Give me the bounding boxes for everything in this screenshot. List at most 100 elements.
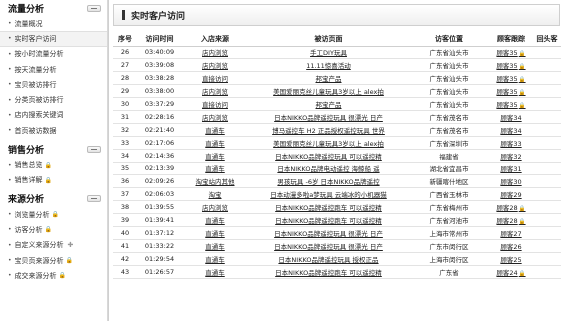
cell-track[interactable]: 顾客33 <box>489 136 533 150</box>
sidebar-item[interactable]: • 实时客户访问 <box>0 31 107 47</box>
cell-track-link[interactable]: 顾客26 <box>500 243 521 251</box>
cell-source[interactable]: 直通车 <box>182 149 248 163</box>
cell-track[interactable]: 顾客29 <box>489 187 533 202</box>
cell-page-link[interactable]: 男孩玩具 -6岁 日本NIKKO品牌遥控 <box>277 178 379 186</box>
cell-source-link[interactable]: 店内浏览 <box>202 204 228 212</box>
cell-track-link[interactable]: 顾客25 <box>500 256 521 264</box>
cell-track-link[interactable]: 顾客35 <box>496 75 517 83</box>
cell-track[interactable]: 顾客34 <box>489 123 533 137</box>
sidebar-item[interactable]: • 销售总览 🔒 <box>0 157 107 172</box>
sidebar-item[interactable]: • 成交来源分析 🔒 <box>0 268 107 283</box>
sidebar-item[interactable]: • 店内搜索关键词 <box>0 108 107 123</box>
cell-page-link[interactable]: 日本NIKKO品牌遥控玩具 授权正品 <box>278 256 378 264</box>
cell-page[interactable]: 手工DIY玩具 <box>248 46 409 60</box>
cell-page-link[interactable]: 博马遥控车 H2 正品授权遥控玩具 世界 <box>272 127 385 135</box>
cell-page-link[interactable]: 11.11惊喜活动 <box>306 62 351 70</box>
cell-page[interactable]: 日本NIKKO品牌遥控玩具 很漂光 日产 <box>248 110 409 124</box>
sidebar-section-header[interactable]: 销售分析 <box>0 141 107 157</box>
cell-source-link[interactable]: 店内浏览 <box>202 88 228 96</box>
collapse-icon[interactable] <box>87 145 101 153</box>
cell-track[interactable]: 顾客26 <box>489 239 533 253</box>
cell-source[interactable]: 直接访问 <box>182 71 248 86</box>
cell-track[interactable]: 顾客35🔒 <box>489 46 533 60</box>
cell-page-link[interactable]: 日本动漫多啦a梦玩具 云端冰的小机器猫 <box>270 191 387 199</box>
sidebar-item[interactable]: • 访客分析 🔒 <box>0 222 107 237</box>
cell-source-link[interactable]: 直通车 <box>205 269 225 277</box>
cell-track-link[interactable]: 顾客28 <box>496 217 517 225</box>
cell-source-link[interactable]: 直接访问 <box>202 75 228 83</box>
sidebar-item[interactable]: • 销售详解 🔒 <box>0 173 107 188</box>
cell-source[interactable]: 店内浏览 <box>182 46 248 60</box>
cell-track[interactable]: 顾客35🔒 <box>489 71 533 86</box>
cell-source[interactable]: 直通车 <box>182 162 248 176</box>
cell-track[interactable]: 顾客30 <box>489 174 533 189</box>
cell-page-link[interactable]: 日本NIKKO品牌遥控玩具 很漂光 日产 <box>274 243 383 251</box>
sidebar-item[interactable]: • 流量概况 <box>0 16 107 31</box>
cell-page[interactable]: 日本NIKKO品牌遥控玩具 很漂光 日产 <box>248 226 409 240</box>
cell-page-link[interactable]: 日本NIKKO品牌遥控跑车 可以遥控精 <box>275 217 382 225</box>
collapse-icon[interactable] <box>87 195 101 203</box>
cell-track[interactable]: 顾客24🔒 <box>489 265 533 279</box>
cell-source[interactable]: 直通车 <box>182 265 248 279</box>
sidebar-section-header[interactable]: 流量分析 <box>0 0 107 16</box>
cell-track[interactable]: 顾客35🔒 <box>489 97 533 111</box>
cell-page-link[interactable]: 日本NIKKO品牌遥控玩具 很漂光 日产 <box>274 114 383 122</box>
cell-source-link[interactable]: 店内浏览 <box>202 49 228 57</box>
sidebar-item[interactable]: • 按小时流量分析 <box>0 47 107 62</box>
cell-track[interactable]: 顾客28🔒 <box>489 213 533 227</box>
cell-source[interactable]: 直接访问 <box>182 97 248 111</box>
cell-source[interactable]: 店内浏览 <box>182 84 248 99</box>
cell-page-link[interactable]: 美国爱丽克丝儿童玩具3岁以上 alex拍 <box>273 88 384 96</box>
cell-source-link[interactable]: 淘宝站内其他 <box>196 178 235 186</box>
cell-page[interactable]: 男孩玩具 -6岁 日本NIKKO品牌遥控 <box>248 174 409 189</box>
cell-page[interactable]: 邦宝产品 <box>248 71 409 86</box>
cell-source-link[interactable]: 直接访问 <box>202 101 228 109</box>
cell-page[interactable]: 美国爱丽克丝儿童玩具3岁以上 alex拍 <box>248 136 409 150</box>
cell-source[interactable]: 店内浏览 <box>182 200 248 215</box>
add-icon[interactable]: ✚ <box>68 241 74 249</box>
cell-page-link[interactable]: 邦宝产品 <box>316 101 342 109</box>
sidebar-section-header[interactable]: 来源分析 <box>0 191 107 207</box>
cell-source-link[interactable]: 店内浏览 <box>202 62 228 70</box>
cell-page[interactable]: 日本NIKKO品牌遥控跑车 可以遥控精 <box>248 265 409 279</box>
cell-page-link[interactable]: 日本NIKKO品牌电动遥控 海鲸船 遥 <box>277 165 379 173</box>
cell-track-link[interactable]: 顾客34 <box>500 127 521 135</box>
collapse-icon[interactable] <box>87 4 101 12</box>
cell-source-link[interactable]: 淘宝 <box>209 191 222 199</box>
cell-source[interactable]: 淘宝站内其他 <box>182 174 248 189</box>
cell-source[interactable]: 店内浏览 <box>182 58 248 73</box>
cell-page[interactable]: 日本NIKKO品牌遥控玩具 可以遥控精 <box>248 149 409 163</box>
sidebar-item[interactable]: • 首页被访数据 <box>0 123 107 138</box>
cell-source-link[interactable]: 直通车 <box>205 165 225 173</box>
cell-track[interactable]: 顾客28🔒 <box>489 200 533 215</box>
cell-track-link[interactable]: 顾客29 <box>500 191 521 199</box>
cell-page-link[interactable]: 手工DIY玩具 <box>310 49 347 57</box>
cell-track-link[interactable]: 顾客28 <box>496 204 517 212</box>
sidebar-item[interactable]: • 分类页被访排行 <box>0 92 107 107</box>
cell-source[interactable]: 直通车 <box>182 239 248 253</box>
cell-track-link[interactable]: 顾客33 <box>500 140 521 148</box>
cell-source[interactable]: 直通车 <box>182 123 248 137</box>
cell-page[interactable]: 日本NIKKO品牌遥控跑车 可以遥控精 <box>248 213 409 227</box>
cell-page[interactable]: 博马遥控车 H2 正品授权遥控玩具 世界 <box>248 123 409 137</box>
cell-source-link[interactable]: 直通车 <box>205 217 225 225</box>
sidebar-item[interactable]: • 自定义来源分析 ✚ <box>0 238 107 253</box>
cell-page[interactable]: 美国爱丽克丝儿童玩具3岁以上 alex拍 <box>248 84 409 99</box>
sidebar-item[interactable]: • 浏览量分析 🔒 <box>0 207 107 222</box>
cell-source-link[interactable]: 直通车 <box>205 256 225 264</box>
cell-source[interactable]: 直通车 <box>182 136 248 150</box>
sidebar-item[interactable]: • 宝贝被访排行 <box>0 77 107 92</box>
cell-track-link[interactable]: 顾客35 <box>496 88 517 96</box>
cell-page-link[interactable]: 日本NIKKO品牌遥控玩具 很漂光 日产 <box>274 230 383 238</box>
cell-track-link[interactable]: 顾客35 <box>496 101 517 109</box>
cell-track[interactable]: 顾客32 <box>489 149 533 163</box>
cell-track-link[interactable]: 顾客32 <box>500 153 521 161</box>
cell-track[interactable]: 顾客34 <box>489 110 533 124</box>
cell-page-link[interactable]: 日本NIKKO品牌遥控玩具 可以遥控精 <box>275 153 382 161</box>
cell-track-link[interactable]: 顾客27 <box>500 230 521 238</box>
cell-page[interactable]: 邦宝产品 <box>248 97 409 111</box>
cell-source-link[interactable]: 直通车 <box>205 230 225 238</box>
cell-page[interactable]: 日本NIKKO品牌遥控玩具 授权正品 <box>248 252 409 266</box>
cell-page[interactable]: 日本NIKKO品牌遥控跑车 可以遥控精 <box>248 200 409 215</box>
cell-track[interactable]: 顾客27 <box>489 226 533 240</box>
